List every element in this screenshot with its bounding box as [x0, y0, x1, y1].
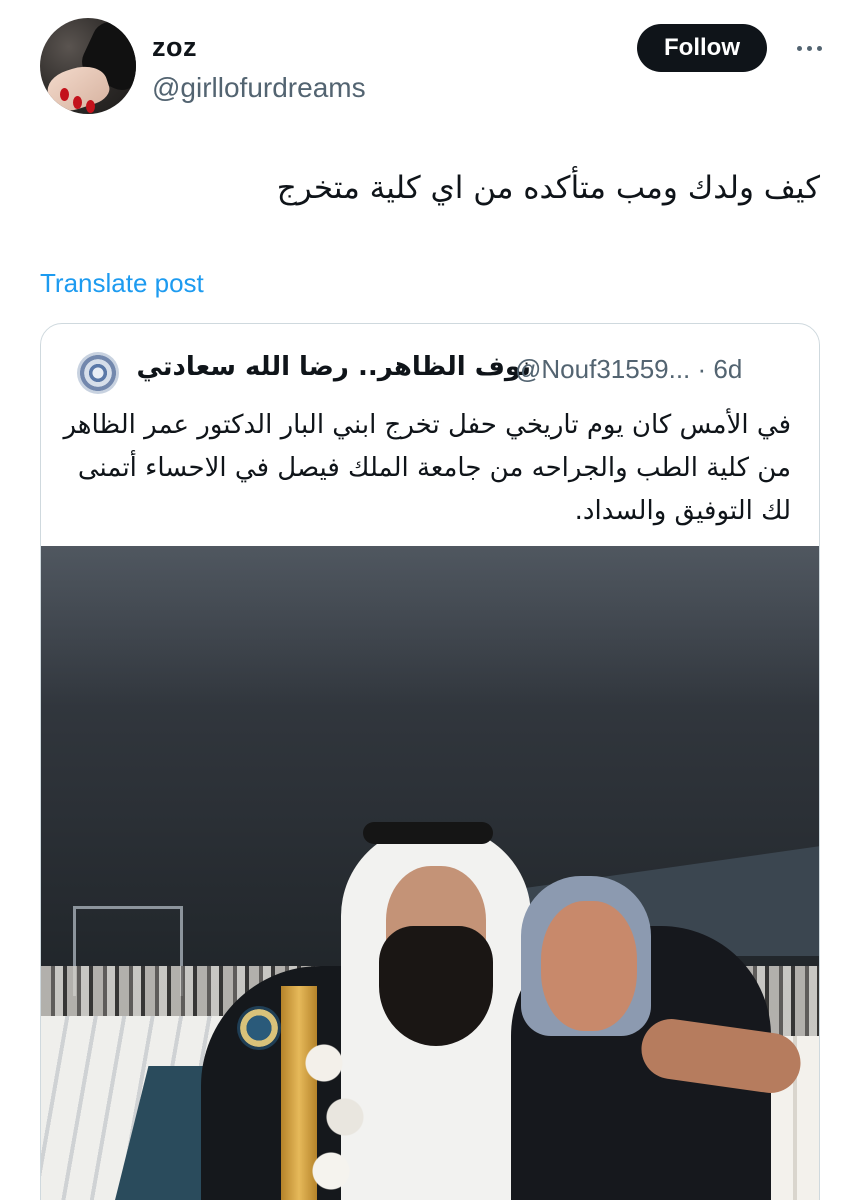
follow-button[interactable]: Follow	[637, 24, 767, 72]
photo-man-agal	[363, 822, 493, 844]
quoted-author-name[interactable]: نوف الظاهر.. رضا الله سعادتي	[136, 352, 531, 382]
quoted-handle-time: @Nouf31559... · 6d	[515, 354, 743, 384]
translate-post-link[interactable]: Translate post	[40, 268, 204, 299]
graduation-photo[interactable]	[41, 546, 819, 1200]
quoted-author-avatar[interactable]	[77, 352, 119, 394]
photo-man-beard	[379, 926, 493, 1046]
author-display-name[interactable]: zoz	[152, 32, 197, 63]
author-handle[interactable]: @girllofurdreams	[152, 72, 366, 104]
quoted-post-text: في الأمس كان يوم تاريخي حفل تخرج ابني ال…	[63, 410, 791, 526]
more-options-icon[interactable]	[789, 28, 829, 68]
more-dot	[816, 45, 822, 51]
avatar-nail	[86, 100, 95, 113]
more-dot	[796, 45, 802, 51]
author-avatar[interactable]	[40, 18, 136, 114]
quoted-post-card[interactable]: نوف الظاهر.. رضا الله سعادتي @Nouf31559.…	[40, 323, 820, 1200]
avatar-nail	[73, 96, 82, 109]
photo-sky	[41, 546, 819, 706]
photo-woman-face	[541, 901, 637, 1031]
post-text: كيف ولدك ومب متأكده من اي كلية متخرج	[276, 170, 820, 206]
photo-flower-garland	[303, 1036, 373, 1200]
more-dot	[806, 45, 812, 51]
post-header: zoz @girllofurdreams Follow	[40, 18, 830, 118]
photo-university-badge	[237, 1006, 281, 1050]
avatar-nail	[60, 88, 69, 101]
